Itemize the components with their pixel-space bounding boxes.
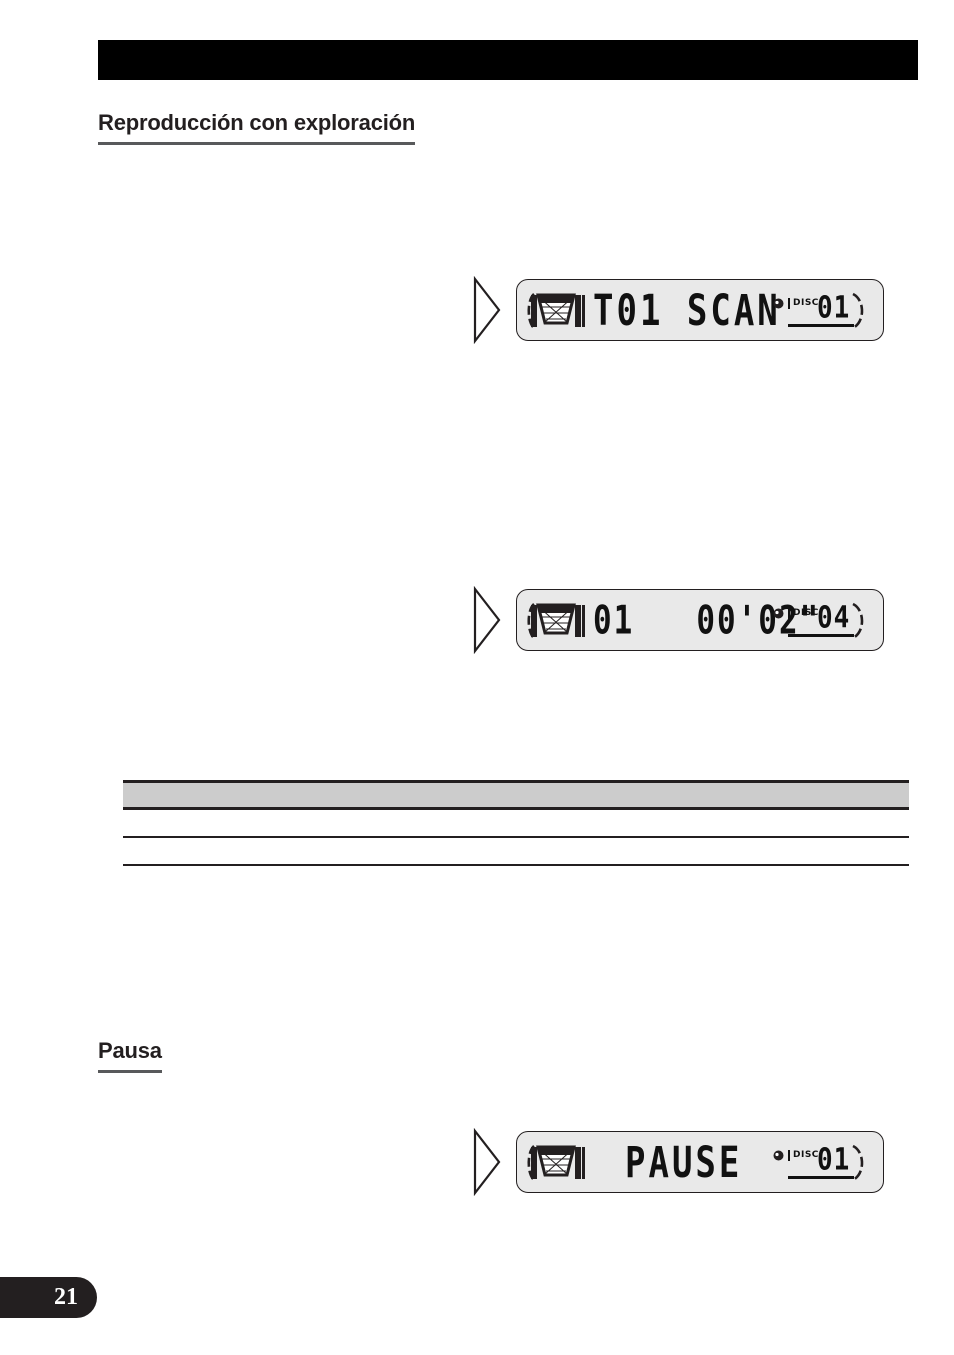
lcd-right-bracket-icon bbox=[852, 1144, 864, 1182]
lcd-display-panel: 01 00'02" DISC 04 bbox=[516, 589, 884, 651]
table-row bbox=[123, 810, 909, 838]
note-table bbox=[123, 780, 909, 866]
lcd-right-bracket-icon bbox=[852, 292, 864, 330]
play-triangle-icon bbox=[473, 276, 501, 344]
lcd-disc-indicator: DISC 01 bbox=[773, 291, 869, 331]
lcd-disc-indicator: DISC 04 bbox=[773, 601, 869, 641]
section-heading-pause: Pausa bbox=[98, 1038, 162, 1073]
disc-indicator-icon bbox=[773, 298, 784, 309]
lcd-disc-indicator: DISC 01 bbox=[773, 1143, 869, 1183]
lcd-figure-pause: PAUSE DISC 01 bbox=[472, 1128, 884, 1196]
lcd-readout-text: PAUSE bbox=[625, 1138, 743, 1188]
lcd-figure-track-time: 01 00'02" DISC 04 bbox=[472, 586, 884, 654]
lcd-disc-label: DISC bbox=[788, 1150, 819, 1161]
table-row bbox=[123, 838, 909, 866]
disc-indicator-icon bbox=[773, 1150, 784, 1161]
lcd-readout-text: T01 SCAN bbox=[593, 286, 781, 336]
cd-magazine-icon bbox=[531, 293, 585, 327]
lcd-figure-scan: T01 SCAN DISC 01 bbox=[472, 276, 884, 344]
lcd-display-panel: PAUSE DISC 01 bbox=[516, 1131, 884, 1193]
page-number-tab: 21 bbox=[0, 1277, 97, 1318]
lcd-disc-label: DISC bbox=[788, 608, 819, 619]
lcd-right-bracket-icon bbox=[852, 602, 864, 640]
lcd-display-panel: T01 SCAN DISC 01 bbox=[516, 279, 884, 341]
note-table-header-row bbox=[123, 780, 909, 810]
disc-indicator-icon bbox=[773, 608, 784, 619]
play-triangle-icon bbox=[473, 586, 501, 654]
page-number: 21 bbox=[54, 1284, 78, 1310]
cd-magazine-icon bbox=[531, 603, 585, 637]
manual-page: Reproducción con exploración T01 SCAN DI… bbox=[0, 0, 954, 1355]
lcd-disc-label: DISC bbox=[788, 298, 819, 309]
page-header-bar bbox=[98, 40, 918, 80]
section-heading-scan: Reproducción con exploración bbox=[98, 110, 415, 145]
cd-magazine-icon bbox=[531, 1145, 585, 1179]
play-triangle-icon bbox=[473, 1128, 501, 1196]
